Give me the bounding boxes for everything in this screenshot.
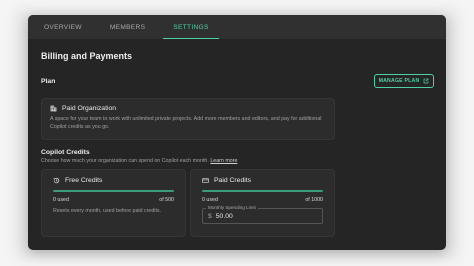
paid-credits-card: Paid Credits 0 used of 1000 Monthly Spen…	[190, 169, 335, 237]
plan-description: A space for your team to work with unlim…	[50, 116, 322, 130]
building-icon	[50, 105, 57, 112]
credits-title: Copilot Credits	[41, 149, 90, 156]
plan-header: Plan MANAGE PLAN	[41, 74, 434, 88]
free-credits-title: Free Credits	[65, 177, 103, 184]
free-credits-usage: 0 used of 500	[53, 197, 174, 203]
tab-overview[interactable]: OVERVIEW	[34, 15, 92, 39]
currency-symbol: $	[208, 212, 212, 220]
settings-window: OVERVIEW MEMBERS SETTINGS Billing and Pa…	[28, 15, 446, 250]
manage-plan-label: MANAGE PLAN	[378, 78, 420, 84]
spending-limit-label: Monthly Spending Limit	[206, 205, 258, 210]
external-link-icon	[424, 78, 429, 84]
free-credits-bar	[53, 190, 174, 192]
free-credits-total: of 500	[159, 197, 174, 203]
spending-limit-value[interactable]: 50.00	[216, 213, 233, 220]
paid-credits-total: of 1000	[305, 197, 323, 203]
credits-subtitle-text: Choose how much your organization can sp…	[41, 158, 209, 164]
tab-settings[interactable]: SETTINGS	[163, 15, 220, 39]
plan-card: Paid Organization A space for your team …	[41, 98, 335, 140]
free-credits-used: 0 used	[53, 197, 69, 203]
clock-refresh-icon	[53, 177, 60, 184]
plan-name: Paid Organization	[62, 105, 117, 112]
paid-credits-usage: 0 used of 1000	[202, 197, 323, 203]
page-title: Billing and Payments	[41, 51, 133, 61]
spending-limit-field[interactable]: Monthly Spending Limit $ 50.00	[202, 205, 323, 224]
credit-card-icon	[202, 178, 209, 183]
credits-subtitle: Choose how much your organization can sp…	[41, 158, 434, 164]
paid-credits-bar	[202, 190, 323, 192]
settings-content: Billing and Payments Plan MANAGE PLAN Pa…	[28, 39, 446, 237]
tab-members[interactable]: MEMBERS	[100, 15, 155, 39]
learn-more-link[interactable]: Learn more	[210, 158, 237, 164]
credit-cards: Free Credits 0 used of 500 Resets every …	[41, 169, 434, 237]
free-credits-note: Resets every month, used before paid cre…	[53, 208, 162, 214]
tab-bar: OVERVIEW MEMBERS SETTINGS	[28, 15, 446, 39]
free-credits-card: Free Credits 0 used of 500 Resets every …	[41, 169, 186, 237]
plan-label: Plan	[41, 77, 56, 85]
manage-plan-button[interactable]: MANAGE PLAN	[374, 74, 434, 88]
paid-credits-used: 0 used	[202, 197, 218, 203]
paid-credits-title: Paid Credits	[214, 177, 252, 184]
